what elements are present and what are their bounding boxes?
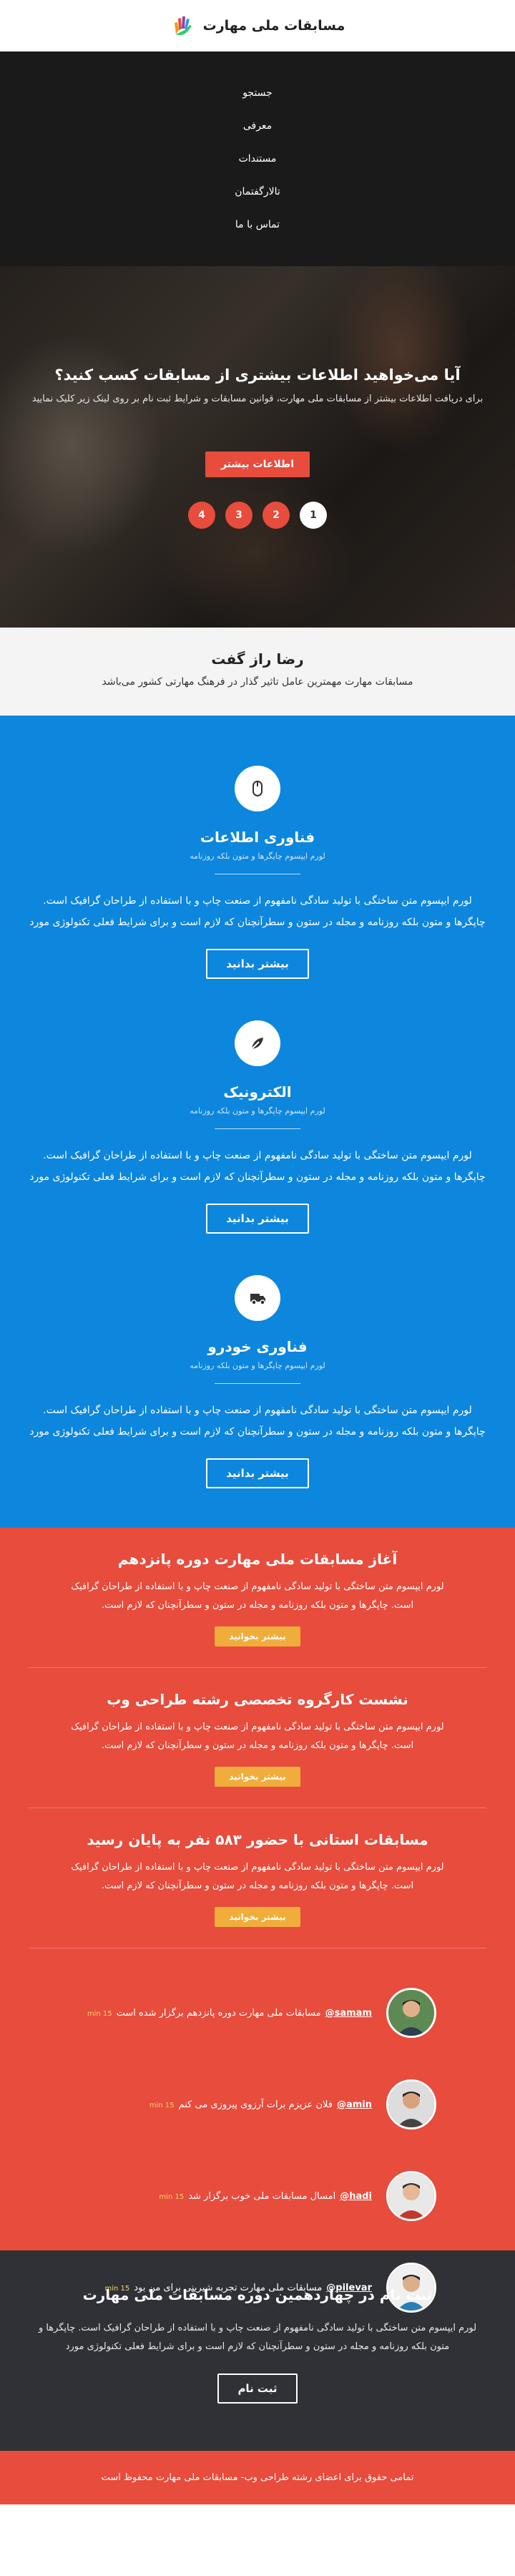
news-title[interactable]: نشست کارگروه تخصصی رشته طراحی وب — [29, 1691, 486, 1708]
comment-item: samam@ مسابقات ملی مهارت دوره پانزدهم بر… — [0, 1967, 515, 2059]
site-header: مسابقات ملی مهارت — [0, 0, 515, 52]
comment-user[interactable]: amin@ — [337, 2099, 372, 2110]
site-footer: تمامی حقوق برای اعضای رشته طراحی وب- مسا… — [0, 2451, 515, 2504]
copyright-text: تمامی حقوق برای اعضای رشته طراحی وب- مسا… — [101, 2472, 414, 2483]
quote-title: رضا راز گفت — [211, 650, 304, 668]
hero-slider: آیا می‌خواهید اطلاعات بیشتری از مسابقات … — [0, 266, 515, 628]
more-info-button[interactable]: اطلاعات بیشتر — [205, 452, 310, 477]
service-electronics: الکترونیک لورم ایپسوم چاپگرها و متون بلک… — [0, 1020, 515, 1275]
register-title: ثبت نام در چهاردهمین دوره مسابقات ملی مه… — [82, 2286, 433, 2303]
comment-body: امسال مسابقات ملی خوب برگزار شد — [188, 2190, 336, 2202]
service-title: الکترونیک — [223, 1083, 292, 1101]
pager-4[interactable]: 4 — [188, 502, 215, 529]
avatar[interactable] — [386, 2079, 436, 2129]
divider — [215, 1128, 300, 1129]
comment-user[interactable]: samam@ — [325, 2008, 372, 2019]
comment-user[interactable]: hadi@ — [340, 2191, 372, 2202]
register-section: ثبت نام در چهاردهمین دوره مسابقات ملی مه… — [0, 2250, 515, 2451]
service-body: لورم ایپسوم متن ساختگی با تولید سادگی نا… — [29, 895, 486, 928]
read-more-button[interactable]: بیشتر بخوانید — [215, 1626, 300, 1646]
news-title[interactable]: آغاز مسابقات ملی مهارت دوره پانزدهم — [29, 1551, 486, 1568]
news-body: لورم ایپسوم متن ساختگی با تولید سادگی نا… — [71, 1581, 444, 1611]
pager-2[interactable]: 2 — [263, 502, 290, 529]
service-subtitle: لورم ایپسوم چاپگرها و متون بلکه روزنامه — [190, 1106, 325, 1116]
learn-more-button[interactable]: بیشتر بدانید — [206, 1204, 309, 1234]
services-section: فناوری اطلاعات لورم ایپسوم چاپگرها و متو… — [0, 716, 515, 1528]
service-body: لورم ایپسوم متن ساختگی با تولید سادگی نا… — [29, 1405, 486, 1438]
comment-item: amin@ فلان عزیزم برات آرزوی پیروزی می کن… — [0, 2059, 515, 2150]
news-section: آغاز مسابقات ملی مهارت دوره پانزدهم لورم… — [0, 1528, 515, 2313]
learn-more-button[interactable]: بیشتر بدانید — [206, 1458, 309, 1488]
service-body: لورم ایپسوم متن ساختگی با تولید سادگی نا… — [29, 1150, 486, 1183]
pager-1[interactable]: 1 — [300, 502, 327, 529]
quote-text: مسابقات مهارت مهمترین عامل تاثیر گذار در… — [102, 676, 413, 688]
comment-body: فلان عزیزم برات آرزوی پیروزی می کنم — [178, 2099, 333, 2110]
nav-item-search[interactable]: جستجو — [242, 87, 273, 99]
comment-time: min 15 — [149, 2101, 175, 2109]
read-more-button[interactable]: بیشتر بخوانید — [215, 1907, 300, 1927]
news-body: لورم ایپسوم متن ساختگی با تولید سادگی نا… — [71, 1862, 444, 1891]
register-button[interactable]: ثبت نام — [217, 2373, 298, 2404]
read-more-button[interactable]: بیشتر بخوانید — [215, 1767, 300, 1787]
avatar[interactable] — [386, 1988, 436, 2038]
quote-section: رضا راز گفت مسابقات مهارت مهمترین عامل ت… — [0, 628, 515, 716]
main-nav: جستجو معرفی مستندات تالارگفتمان تماس با … — [0, 52, 515, 266]
hero-title: آیا می‌خواهید اطلاعات بیشتری از مسابقات … — [54, 366, 461, 384]
nav-item-intro[interactable]: معرفی — [243, 120, 272, 132]
news-item: مسابقات استانی با حضور ۵۸۳ نفر به پایان … — [29, 1808, 486, 1948]
hand-logo-icon[interactable] — [170, 13, 196, 39]
news-item: نشست کارگروه تخصصی رشته طراحی وب لورم ای… — [29, 1668, 486, 1808]
nav-item-docs[interactable]: مستندات — [239, 153, 277, 165]
leaf-icon — [235, 1020, 280, 1066]
comment-text: amin@ فلان عزیزم برات آرزوی پیروزی می کن… — [149, 2099, 372, 2110]
comment-item: hadi@ امسال مسابقات ملی خوب برگزار شد mi… — [0, 2150, 515, 2242]
news-title[interactable]: مسابقات استانی با حضور ۵۸۳ نفر به پایان … — [29, 1831, 486, 1848]
comment-text: samam@ مسابقات ملی مهارت دوره پانزدهم بر… — [87, 2008, 372, 2019]
comment-body: مسابقات ملی مهارت دوره پانزدهم برگزار شد… — [116, 2007, 321, 2019]
register-body: لورم ایپسوم متن ساختگی با تولید سادگی نا… — [38, 2323, 477, 2352]
avatar[interactable] — [386, 2171, 436, 2221]
divider — [215, 1383, 300, 1384]
pager-3[interactable]: 3 — [225, 502, 252, 529]
nav-item-contact[interactable]: تماس با ما — [235, 219, 280, 230]
site-title[interactable]: مسابقات ملی مهارت — [203, 18, 345, 34]
news-body: لورم ایپسوم متن ساختگی با تولید سادگی نا… — [71, 1722, 444, 1751]
truck-icon — [235, 1275, 280, 1321]
service-automotive: فناوری خودرو لورم ایپسوم چاپگرها و متون … — [0, 1275, 515, 1530]
nav-item-forum[interactable]: تالارگفتمان — [235, 186, 280, 197]
comment-time: min 15 — [87, 2009, 112, 2018]
service-it: فناوری اطلاعات لورم ایپسوم چاپگرها و متو… — [0, 766, 515, 1020]
comment-text: hadi@ امسال مسابقات ملی خوب برگزار شد mi… — [159, 2191, 372, 2202]
slider-pager: 1 2 3 4 — [0, 502, 515, 529]
news-item: آغاز مسابقات ملی مهارت دوره پانزدهم لورم… — [29, 1528, 486, 1668]
comment-time: min 15 — [159, 2192, 185, 2201]
service-subtitle: لورم ایپسوم چاپگرها و متون بلکه روزنامه — [190, 1361, 325, 1370]
service-title: فناوری اطلاعات — [200, 829, 315, 846]
mouse-icon — [235, 766, 280, 811]
learn-more-button[interactable]: بیشتر بدانید — [206, 949, 309, 979]
service-title: فناوری خودرو — [207, 1338, 308, 1355]
service-subtitle: لورم ایپسوم چاپگرها و متون بلکه روزنامه — [190, 852, 325, 861]
hero-subtitle: برای دریافت اطلاعات بیشتر از مسابقات ملی… — [31, 394, 484, 404]
